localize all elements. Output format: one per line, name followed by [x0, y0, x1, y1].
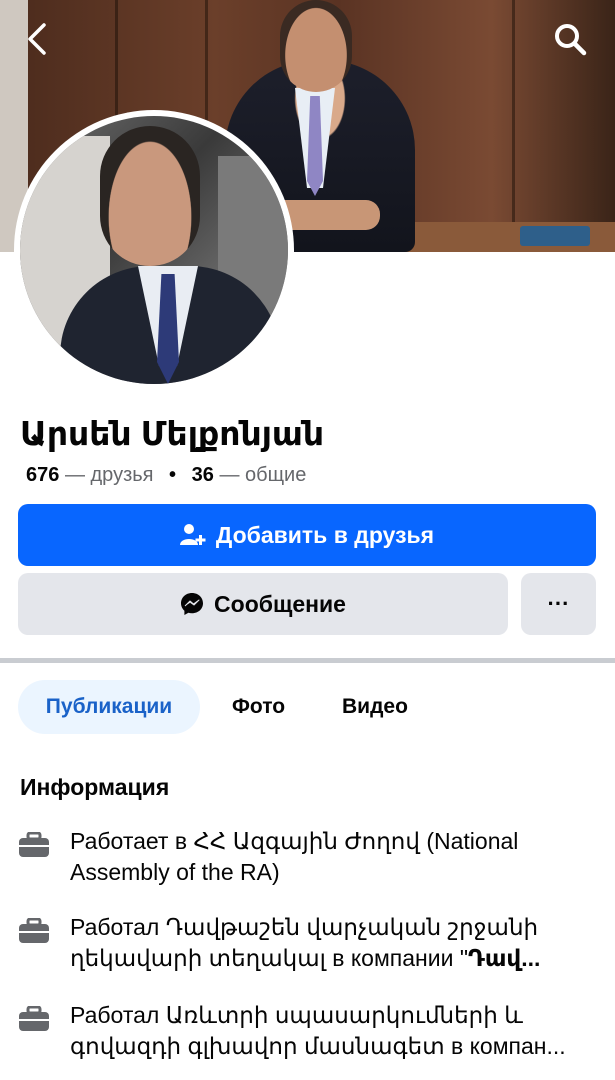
- info-item-line: Работает в ՀՀ Ազգային Ժողով (National: [70, 828, 519, 854]
- more-options-button[interactable]: ···: [521, 573, 596, 635]
- chevron-left-icon: [28, 23, 46, 55]
- friends-summary[interactable]: 676 — друзья • 36 — общие: [26, 464, 306, 487]
- count-separator: •: [169, 464, 177, 486]
- info-item-line-2: ղեկավարի տեղակալ в компании "Դավ...: [70, 943, 598, 974]
- cover-desk-phone: [520, 226, 590, 246]
- info-item-work-past-2[interactable]: Работал Առևտրի սպասարկումների և գովազդի …: [18, 1000, 598, 1064]
- tab-videos[interactable]: Видео: [342, 680, 408, 734]
- briefcase-icon: [19, 918, 49, 943]
- briefcase-icon: [19, 1006, 49, 1031]
- section-divider: [0, 658, 615, 663]
- message-button[interactable]: Сообщение: [18, 573, 508, 635]
- info-item-work-past-1[interactable]: Работал Դավթաշեն վարչական շրջանի ղեկավար…: [18, 912, 598, 976]
- company-link[interactable]: Դավ...: [468, 945, 540, 971]
- message-label: Сообщение: [214, 590, 346, 617]
- cover-head: [280, 0, 352, 92]
- briefcase-icon: [19, 832, 49, 857]
- info-item-line: գովազդի գլխավոր մասնագետ в компан...: [70, 1033, 566, 1059]
- search-button[interactable]: [545, 14, 595, 64]
- messenger-icon: [181, 593, 204, 615]
- info-item-line: Работал Դավթաշեն վարչական շրջանի: [70, 914, 539, 940]
- back-button[interactable]: [12, 14, 62, 64]
- add-friend-label: Добавить в друзья: [215, 521, 435, 548]
- info-item-text: ղեկավարի տեղակալ в компании ": [70, 945, 468, 971]
- info-heading: Информация: [20, 774, 170, 800]
- friends-label: — друзья: [64, 464, 154, 486]
- add-person-icon: [179, 524, 206, 545]
- add-friend-button[interactable]: Добавить в друзья: [18, 504, 596, 566]
- profile-name: Արսեն Մելքոնյան: [20, 415, 325, 452]
- tab-photos[interactable]: Фото: [232, 680, 285, 734]
- cover-panel: [420, 0, 515, 252]
- friends-count: 676: [26, 464, 60, 486]
- more-icon: ···: [547, 591, 570, 616]
- mutual-count: 36: [191, 464, 214, 486]
- tab-posts[interactable]: Публикации: [18, 680, 200, 734]
- profile-avatar[interactable]: [14, 110, 294, 390]
- info-item-line: Assembly of the RA): [70, 859, 280, 885]
- search-icon: [555, 24, 587, 56]
- info-item-line: Работал Առևտրի սպասարկումների և: [70, 1002, 523, 1028]
- mutual-label: — общие: [219, 464, 307, 486]
- info-item-work-current: Работает в ՀՀ Ազգային Ժողով (National As…: [18, 826, 598, 890]
- avatar-head: [100, 126, 200, 266]
- avatar-photo: [20, 116, 288, 384]
